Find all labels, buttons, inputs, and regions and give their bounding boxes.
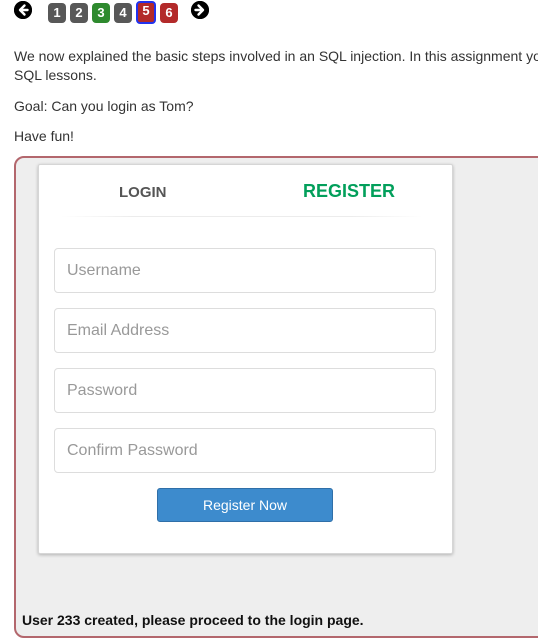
lesson-have-fun: Have fun!	[14, 128, 74, 144]
page-2-button[interactable]: 2	[70, 3, 88, 23]
page-5-button[interactable]: 5	[136, 1, 156, 24]
previous-page-icon[interactable]	[14, 1, 32, 19]
tab-divider	[61, 216, 423, 217]
page-6-button[interactable]: 6	[160, 3, 178, 23]
page-3-button[interactable]: 3	[92, 3, 110, 23]
confirm-password-input[interactable]	[54, 428, 436, 473]
page-1-button[interactable]: 1	[48, 3, 66, 23]
lesson-goal: Goal: Can you login as Tom?	[14, 98, 194, 114]
lesson-pagination: 1 2 3 4 5 6	[13, 0, 213, 26]
register-now-button[interactable]: Register Now	[157, 488, 333, 522]
feedback-message: User 233 created, please proceed to the …	[22, 612, 364, 628]
register-panel: LOGIN REGISTER Register Now	[38, 164, 453, 554]
intro-line-1: We now explained the basic steps involve…	[14, 48, 538, 64]
password-input[interactable]	[54, 368, 436, 413]
tab-login[interactable]: LOGIN	[119, 184, 167, 201]
intro-line-2: SQL lessons.	[14, 67, 97, 83]
attack-container: LOGIN REGISTER Register Now User 233 cre…	[14, 156, 538, 638]
tab-register[interactable]: REGISTER	[303, 181, 395, 202]
username-input[interactable]	[54, 248, 436, 293]
lesson-intro: We now explained the basic steps involve…	[14, 47, 538, 85]
lesson-page: 1 2 3 4 5 6 We now explained the basic s…	[0, 0, 538, 641]
next-page-icon[interactable]	[191, 1, 209, 19]
page-4-button[interactable]: 4	[114, 3, 132, 23]
email-input[interactable]	[54, 308, 436, 353]
